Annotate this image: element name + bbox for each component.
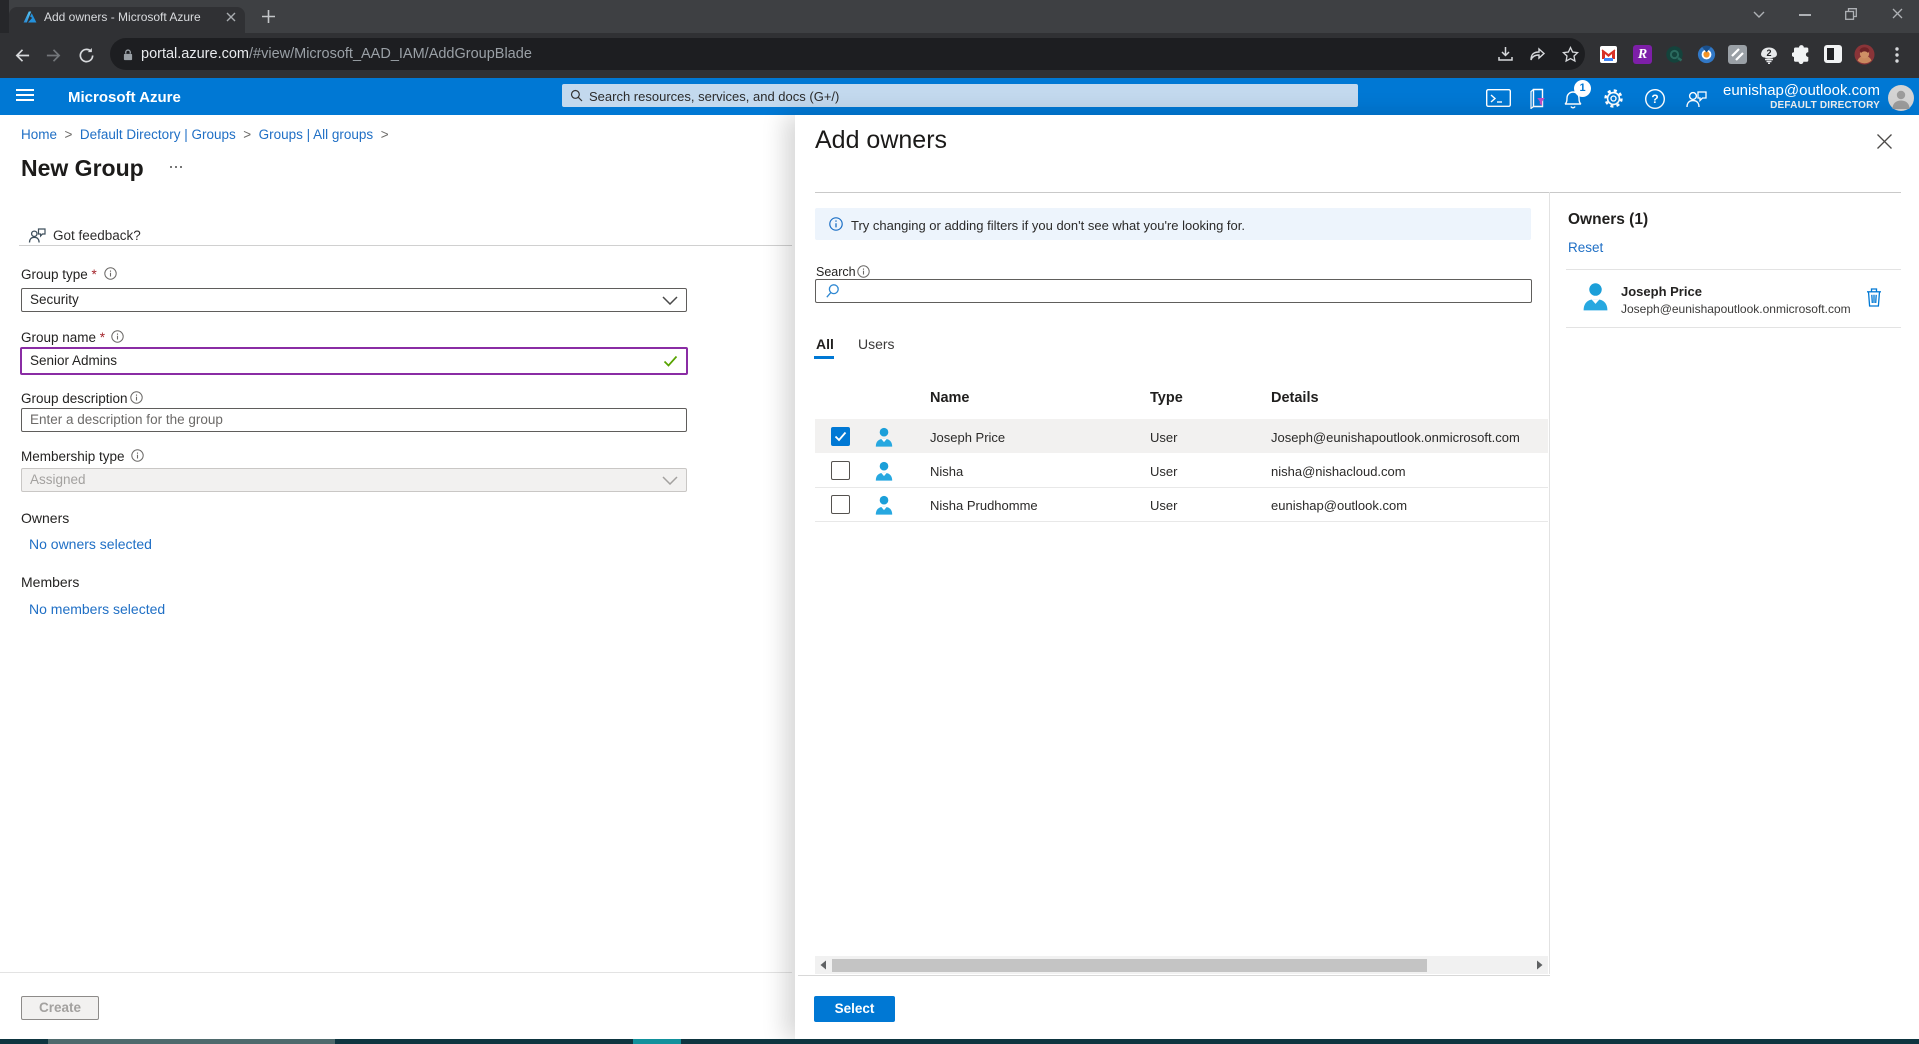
svg-text:2: 2: [1766, 48, 1771, 58]
